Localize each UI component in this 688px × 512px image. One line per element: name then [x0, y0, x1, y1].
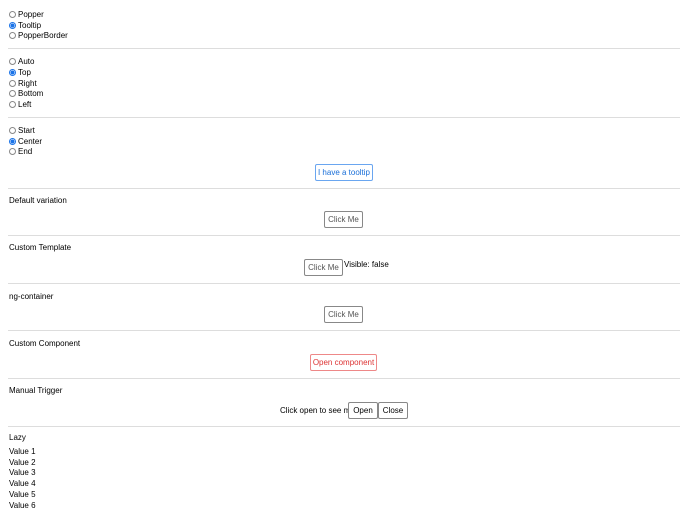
section-title: ng-container: [9, 292, 54, 301]
radio-popperborder[interactable]: PopperBorder: [9, 30, 68, 40]
radio-icon[interactable]: [9, 57, 16, 65]
radio-left[interactable]: Left: [9, 99, 31, 109]
radio-icon[interactable]: [9, 137, 16, 145]
divider: [8, 48, 680, 49]
radio-icon[interactable]: [9, 21, 16, 29]
radio-icon[interactable]: [9, 89, 16, 97]
radio-auto[interactable]: Auto: [9, 56, 34, 66]
section-title: Custom Template: [9, 243, 72, 252]
custom-template-click-button[interactable]: Click Me: [304, 259, 343, 276]
visible-status: Visible: false: [344, 260, 389, 269]
radio-icon[interactable]: [9, 100, 16, 108]
radio-label: End: [18, 146, 33, 156]
divider: [8, 283, 680, 284]
manual-trigger-text: Click open to see me: [280, 406, 355, 415]
radio-label: Auto: [18, 56, 35, 66]
divider: [8, 378, 680, 379]
divider: [8, 330, 680, 331]
radio-icon[interactable]: [9, 147, 16, 155]
radio-label: Bottom: [18, 88, 44, 98]
radio-icon[interactable]: [9, 126, 16, 134]
radio-popper[interactable]: Popper: [9, 9, 44, 19]
divider: [8, 117, 680, 118]
radio-label: Popper: [18, 9, 44, 19]
radio-label: Center: [18, 136, 43, 146]
radio-end[interactable]: End: [9, 146, 32, 156]
radio-icon[interactable]: [9, 79, 16, 87]
tooltip-button[interactable]: I have a tooltip: [315, 164, 373, 181]
radio-label: Start: [18, 125, 35, 135]
radio-right[interactable]: Right: [9, 78, 37, 88]
lazy-value: Value 6: [9, 501, 36, 510]
lazy-value: Value 2: [9, 458, 36, 467]
radio-label: Right: [18, 78, 37, 88]
radio-top[interactable]: Top: [9, 67, 31, 77]
section-title: Default variation: [9, 196, 67, 205]
radio-icon[interactable]: [9, 10, 16, 18]
radio-bottom[interactable]: Bottom: [9, 88, 43, 98]
divider: [8, 188, 680, 189]
radio-center[interactable]: Center: [9, 136, 42, 146]
close-button[interactable]: Close: [378, 402, 408, 419]
radio-label: Tooltip: [18, 20, 42, 30]
radio-icon[interactable]: [9, 68, 16, 76]
radio-tooltip[interactable]: Tooltip: [9, 20, 41, 30]
section-title: Custom Component: [9, 339, 81, 348]
section-title: Manual Trigger: [9, 386, 63, 395]
default-click-button[interactable]: Click Me: [324, 211, 363, 228]
open-component-button[interactable]: Open component: [310, 354, 377, 371]
divider: [8, 426, 680, 427]
ng-container-click-button[interactable]: Click Me: [324, 306, 363, 323]
radio-label: Top: [18, 67, 31, 77]
lazy-value: Value 1: [9, 447, 36, 456]
lazy-value: Value 3: [9, 468, 36, 477]
radio-start[interactable]: Start: [9, 125, 35, 135]
radio-label: PopperBorder: [18, 30, 68, 40]
radio-icon[interactable]: [9, 31, 16, 39]
lazy-value: Value 5: [9, 490, 36, 499]
divider: [8, 235, 680, 236]
open-button[interactable]: Open: [348, 402, 378, 419]
section-title: Lazy: [9, 433, 26, 442]
radio-label: Left: [18, 99, 32, 109]
lazy-value: Value 4: [9, 479, 36, 488]
